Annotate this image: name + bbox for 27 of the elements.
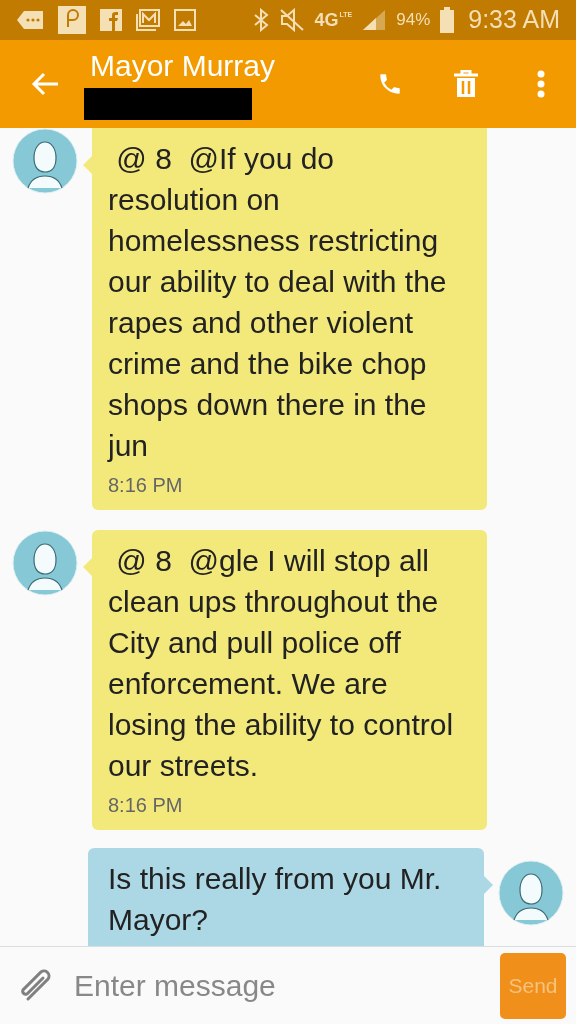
message-text: Is this really from you Mr. Mayor? — [108, 861, 443, 938]
message-icon — [16, 10, 44, 30]
avatar-icon — [12, 530, 78, 596]
mute-icon — [278, 8, 305, 32]
social-icon — [100, 9, 122, 31]
bluetooth-icon — [252, 8, 269, 32]
signal-icon — [362, 9, 387, 31]
app-icon — [58, 6, 86, 34]
back-arrow-icon — [31, 72, 59, 96]
avatar-icon — [12, 128, 78, 194]
battery-percent: 94% — [396, 9, 431, 32]
message-time: 8:16 PM — [108, 793, 184, 818]
mail-icon — [136, 9, 160, 31]
image-icon — [174, 9, 196, 31]
network-type: 4G — [314, 11, 339, 29]
phone-icon — [377, 71, 403, 97]
contact-name: Mayor Murray — [90, 48, 277, 84]
battery-icon — [440, 7, 455, 33]
send-button[interactable]: Send — [500, 952, 566, 1019]
avatar-icon — [498, 860, 564, 926]
message-text: @ 8 @If you do resolution on homelessness restricting our ability to deal with the rapes and other violent crime and the bike chop shops down there in the jun — [108, 141, 448, 464]
clock-time: 9:33 AM — [468, 4, 560, 36]
trash-icon — [453, 70, 479, 98]
more-icon — [537, 70, 545, 98]
message-input[interactable]: Enter message — [74, 963, 500, 1008]
message-time: 8:16 PM — [108, 473, 184, 498]
message-text: @ 8 @gle I will stop all clean ups throughout the City and pull police off enforcement. We are losing the ability to control our streets. — [108, 543, 455, 784]
